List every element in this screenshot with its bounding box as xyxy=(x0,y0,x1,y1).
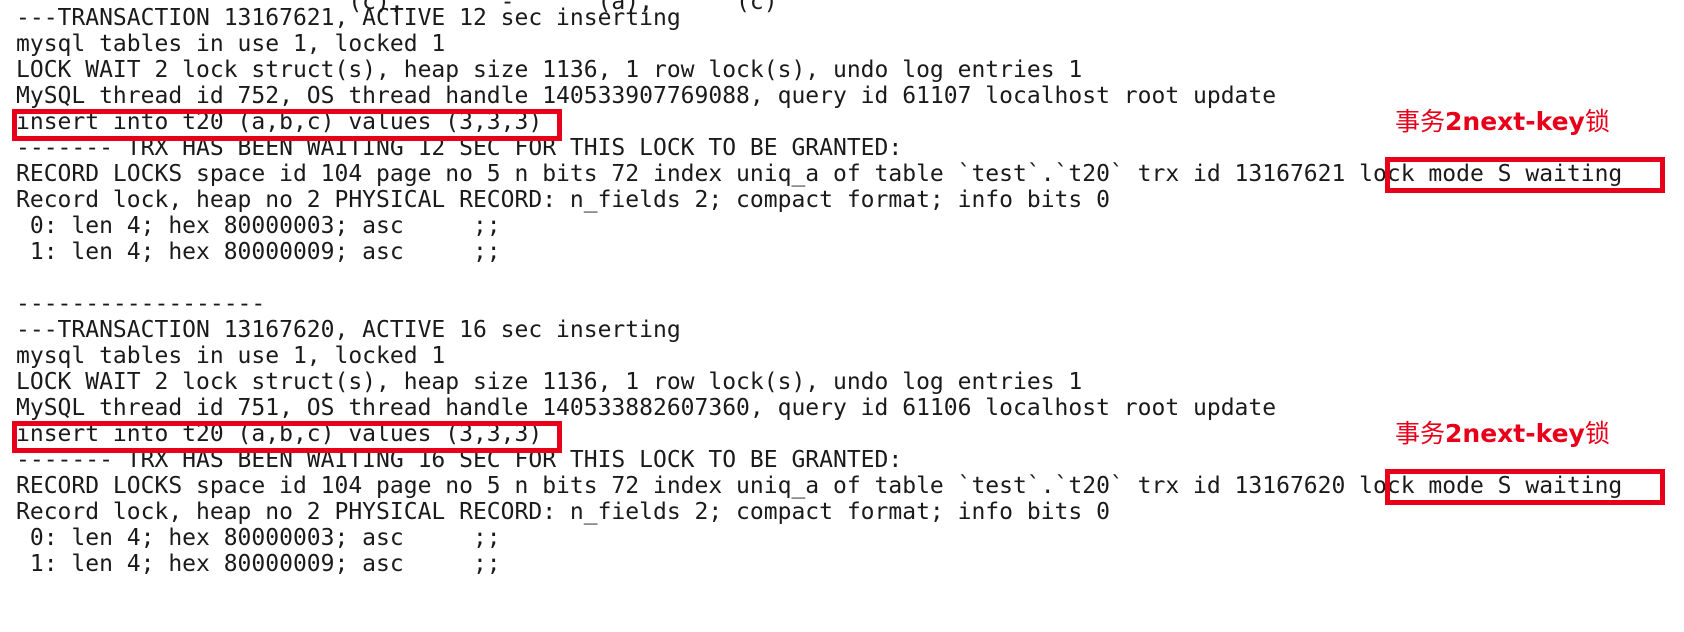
terminal-line: 1: len 4; hex 80000009; asc ;; xyxy=(16,239,501,265)
terminal-line: MySQL thread id 752, OS thread handle 14… xyxy=(16,83,1277,109)
annotation-bold: 2next-key xyxy=(1445,107,1585,136)
terminal-line: 0: len 4; hex 80000003; asc ;; xyxy=(16,525,501,551)
terminal-line: ---TRANSACTION 13167620, ACTIVE 16 sec i… xyxy=(16,317,681,343)
annotation-suffix: 锁 xyxy=(1584,419,1610,448)
terminal-line: ------- TRX HAS BEEN WAITING 16 SEC FOR … xyxy=(16,447,903,473)
terminal-line: RECORD LOCKS space id 104 page no 5 n bi… xyxy=(16,473,1623,499)
terminal-line: mysql tables in use 1, locked 1 xyxy=(16,343,446,369)
annotation-note-2: 事务2next-key锁 xyxy=(1395,418,1610,450)
terminal-line: ------------------ xyxy=(16,291,266,317)
terminal-line: insert into t20 (a,b,c) values (3,3,3) xyxy=(16,109,543,135)
terminal-line: 0: len 4; hex 80000003; asc ;; xyxy=(16,213,501,239)
terminal-line: 1: len 4; hex 80000009; asc ;; xyxy=(16,551,501,577)
terminal-line: Record lock, heap no 2 PHYSICAL RECORD: … xyxy=(16,499,1110,525)
innodb-status-output: (c), - (a), (c) ---TRANSACTION 13167621,… xyxy=(0,0,1684,632)
terminal-line: ------- TRX HAS BEEN WAITING 12 SEC FOR … xyxy=(16,135,903,161)
annotation-prefix: 事务 xyxy=(1395,419,1446,448)
terminal-line: insert into t20 (a,b,c) values (3,3,3) xyxy=(16,421,543,447)
annotation-note-1: 事务2next-key锁 xyxy=(1395,106,1610,138)
annotation-suffix: 锁 xyxy=(1584,107,1610,136)
terminal-line: Record lock, heap no 2 PHYSICAL RECORD: … xyxy=(16,187,1110,213)
annotation-prefix: 事务 xyxy=(1395,107,1446,136)
terminal-line: MySQL thread id 751, OS thread handle 14… xyxy=(16,395,1277,421)
annotation-bold: 2next-key xyxy=(1445,419,1585,448)
terminal-line: ---TRANSACTION 13167621, ACTIVE 12 sec i… xyxy=(16,5,681,31)
terminal-line: RECORD LOCKS space id 104 page no 5 n bi… xyxy=(16,161,1623,187)
terminal-line: mysql tables in use 1, locked 1 xyxy=(16,31,446,57)
terminal-line: LOCK WAIT 2 lock struct(s), heap size 11… xyxy=(16,57,1083,83)
terminal-line: LOCK WAIT 2 lock struct(s), heap size 11… xyxy=(16,369,1083,395)
